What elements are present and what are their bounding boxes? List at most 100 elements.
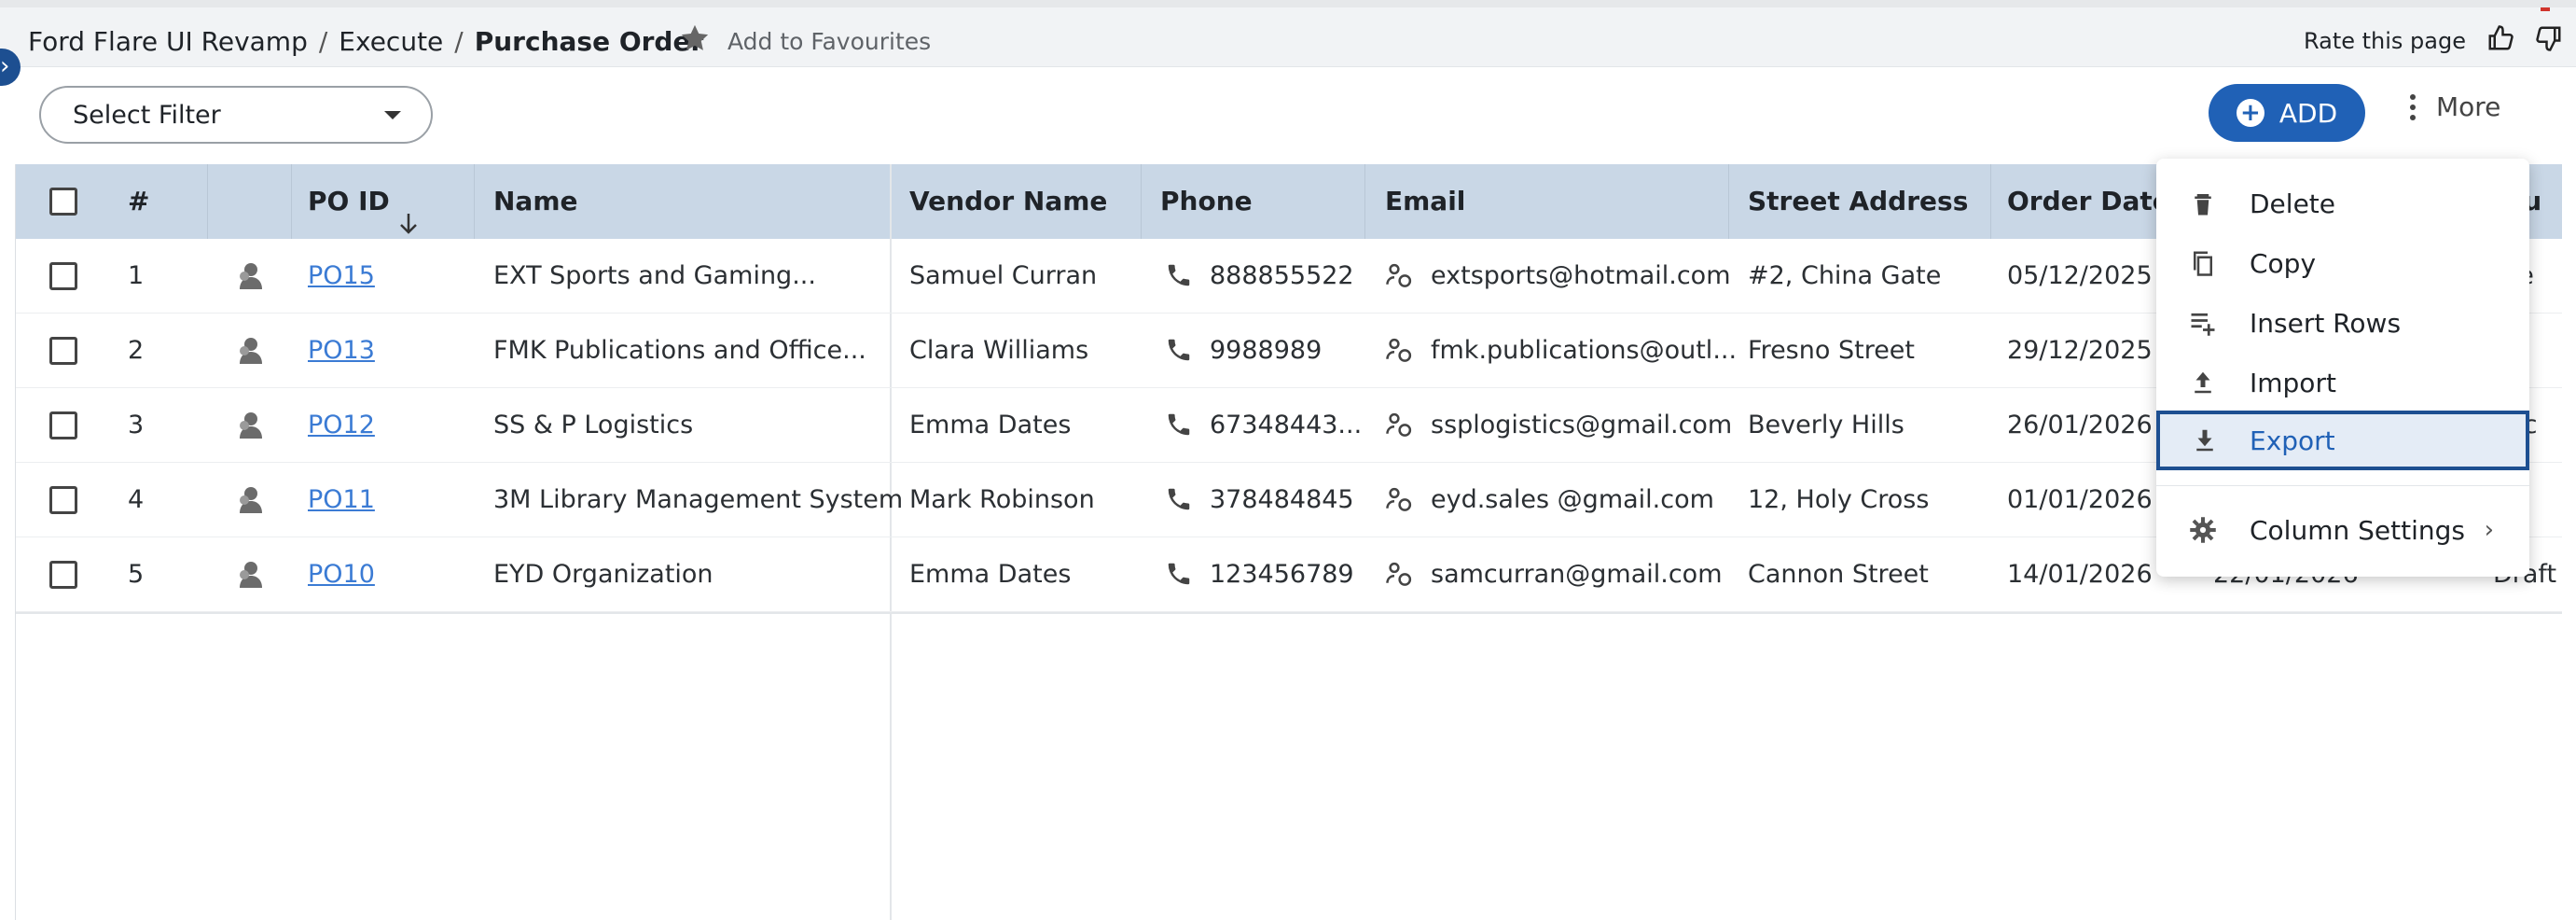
column-separator	[1364, 164, 1365, 239]
row-checkbox[interactable]	[49, 411, 77, 439]
column-header-phone[interactable]: Phone	[1160, 164, 1253, 239]
contact-mail-icon	[1385, 263, 1413, 289]
breadcrumb-separator: /	[318, 26, 328, 57]
email-address[interactable]: ssplogistics@gmail.com	[1431, 388, 1732, 463]
contact-mail-icon	[1385, 562, 1413, 588]
po-name: EYD Organization	[493, 560, 713, 589]
chevron-right-icon: ›	[2484, 516, 2494, 544]
menu-item-label: Copy	[2250, 247, 2317, 279]
more-button[interactable]: More	[2410, 91, 2500, 122]
row-number: 1	[128, 261, 145, 290]
row-checkbox[interactable]	[49, 337, 77, 365]
menu-item-label: Insert Rows	[2250, 307, 2402, 339]
phone-icon	[1165, 336, 1193, 364]
menu-item-export[interactable]: Export	[2156, 411, 2529, 470]
thumbs-down-icon[interactable]	[2535, 24, 2563, 58]
row-checkbox[interactable]	[49, 486, 77, 514]
menu-item-label: Export	[2250, 425, 2335, 456]
menu-divider	[2156, 485, 2529, 486]
vendor-name: Emma Dates	[909, 560, 1072, 589]
select-filter-label: Select Filter	[73, 100, 221, 130]
contact-mail-icon	[1385, 487, 1413, 513]
person-icon[interactable]	[236, 485, 264, 515]
street-address: Fresno Street	[1748, 336, 1916, 365]
person-icon[interactable]	[236, 411, 264, 440]
row-number: 4	[128, 485, 145, 514]
gear-icon	[2156, 516, 2250, 544]
select-filter-dropdown[interactable]: Select Filter	[39, 86, 433, 144]
star-icon	[679, 22, 711, 60]
add-button-label: ADD	[2278, 97, 2338, 129]
phone-number[interactable]: 888855522	[1210, 239, 1354, 314]
phone-number[interactable]: 123456789	[1210, 537, 1354, 612]
menu-item-copy[interactable]: Copy	[2156, 233, 2529, 293]
order-date: 14/01/2026	[2007, 560, 2153, 589]
chevron-right-icon: ›	[0, 52, 10, 80]
phone-icon	[1165, 560, 1193, 588]
row-number: 3	[128, 411, 145, 439]
more-button-label: More	[2436, 91, 2501, 122]
column-separator	[1990, 164, 1991, 239]
grid-rows-end-line	[16, 612, 2562, 614]
person-icon[interactable]	[236, 560, 264, 590]
row-checkbox[interactable]	[49, 262, 77, 290]
vendor-name: Clara Williams	[909, 336, 1089, 365]
menu-item-label: Delete	[2250, 188, 2335, 219]
menu-item-delete[interactable]: Delete	[2156, 174, 2529, 233]
menu-item-label: Column Settings	[2250, 514, 2465, 546]
red-mark	[2541, 7, 2550, 11]
insert-rows-icon	[2156, 309, 2250, 337]
thumbs-up-icon[interactable]	[2486, 24, 2514, 58]
add-button[interactable]: + ADD	[2209, 84, 2365, 142]
po-name: EXT Sports and Gaming...	[493, 261, 816, 290]
phone-number[interactable]: 67348443...	[1210, 388, 1362, 463]
breadcrumb-separator: /	[454, 26, 464, 57]
person-icon[interactable]	[236, 261, 264, 291]
po-id-link[interactable]: PO13	[308, 314, 375, 388]
vendor-name: Emma Dates	[909, 411, 1072, 439]
plus-circle-icon: +	[2236, 99, 2264, 127]
po-id-link[interactable]: PO12	[308, 388, 375, 463]
po-id-header-label: PO ID	[308, 186, 390, 216]
menu-item-column-settings[interactable]: Column Settings ›	[2156, 500, 2529, 560]
column-header-order-date[interactable]: Order Date	[2007, 164, 2170, 239]
email-address[interactable]: samcurran@gmail.com	[1431, 537, 1723, 612]
order-date: 29/12/2025	[2007, 336, 2153, 365]
email-address[interactable]: fmk.publications@outl...	[1431, 314, 1737, 388]
po-id-link[interactable]: PO15	[308, 239, 375, 314]
breadcrumb-item-execute[interactable]: Execute	[339, 26, 443, 57]
menu-item-label: Import	[2250, 367, 2336, 398]
column-header-street-address[interactable]: Street Address	[1748, 164, 1968, 239]
column-header-po-id[interactable]: PO ID	[308, 164, 417, 239]
add-to-favourites[interactable]: Add to Favourites	[679, 22, 931, 60]
select-all-checkbox[interactable]	[49, 188, 77, 216]
phone-icon	[1165, 485, 1193, 513]
email-address[interactable]: extsports@hotmail.com	[1431, 239, 1731, 314]
column-separator	[1728, 164, 1729, 239]
row-number: 5	[128, 560, 145, 589]
phone-number[interactable]: 9988989	[1210, 314, 1322, 388]
menu-item-insert-rows[interactable]: Insert Rows	[2156, 293, 2529, 353]
row-checkbox[interactable]	[49, 561, 77, 589]
menu-item-import[interactable]: Import	[2156, 353, 2529, 412]
column-header-email[interactable]: Email	[1385, 164, 1465, 239]
order-date: 26/01/2026	[2007, 411, 2153, 439]
po-id-link[interactable]: PO10	[308, 537, 375, 612]
column-header-name[interactable]: Name	[493, 164, 578, 239]
kebab-icon	[2410, 93, 2416, 120]
street-address: Cannon Street	[1748, 560, 1929, 589]
rate-this-page: Rate this page	[2304, 24, 2563, 58]
po-name: FMK Publications and Office...	[493, 336, 866, 365]
column-header-number[interactable]: #	[128, 164, 149, 239]
vendor-name: Mark Robinson	[909, 485, 1095, 514]
email-address[interactable]: eyd.sales @gmail.com	[1431, 463, 1714, 537]
column-header-vendor-name[interactable]: Vendor Name	[909, 164, 1107, 239]
contact-mail-icon	[1385, 412, 1413, 439]
person-icon[interactable]	[236, 336, 264, 366]
street-address: 12, Holy Cross	[1748, 485, 1930, 514]
po-id-link[interactable]: PO11	[308, 463, 375, 537]
order-date: 05/12/2025	[2007, 261, 2153, 290]
phone-number[interactable]: 378484845	[1210, 463, 1354, 537]
upload-icon	[2156, 369, 2250, 397]
breadcrumb-item-project[interactable]: Ford Flare UI Revamp	[28, 26, 308, 57]
